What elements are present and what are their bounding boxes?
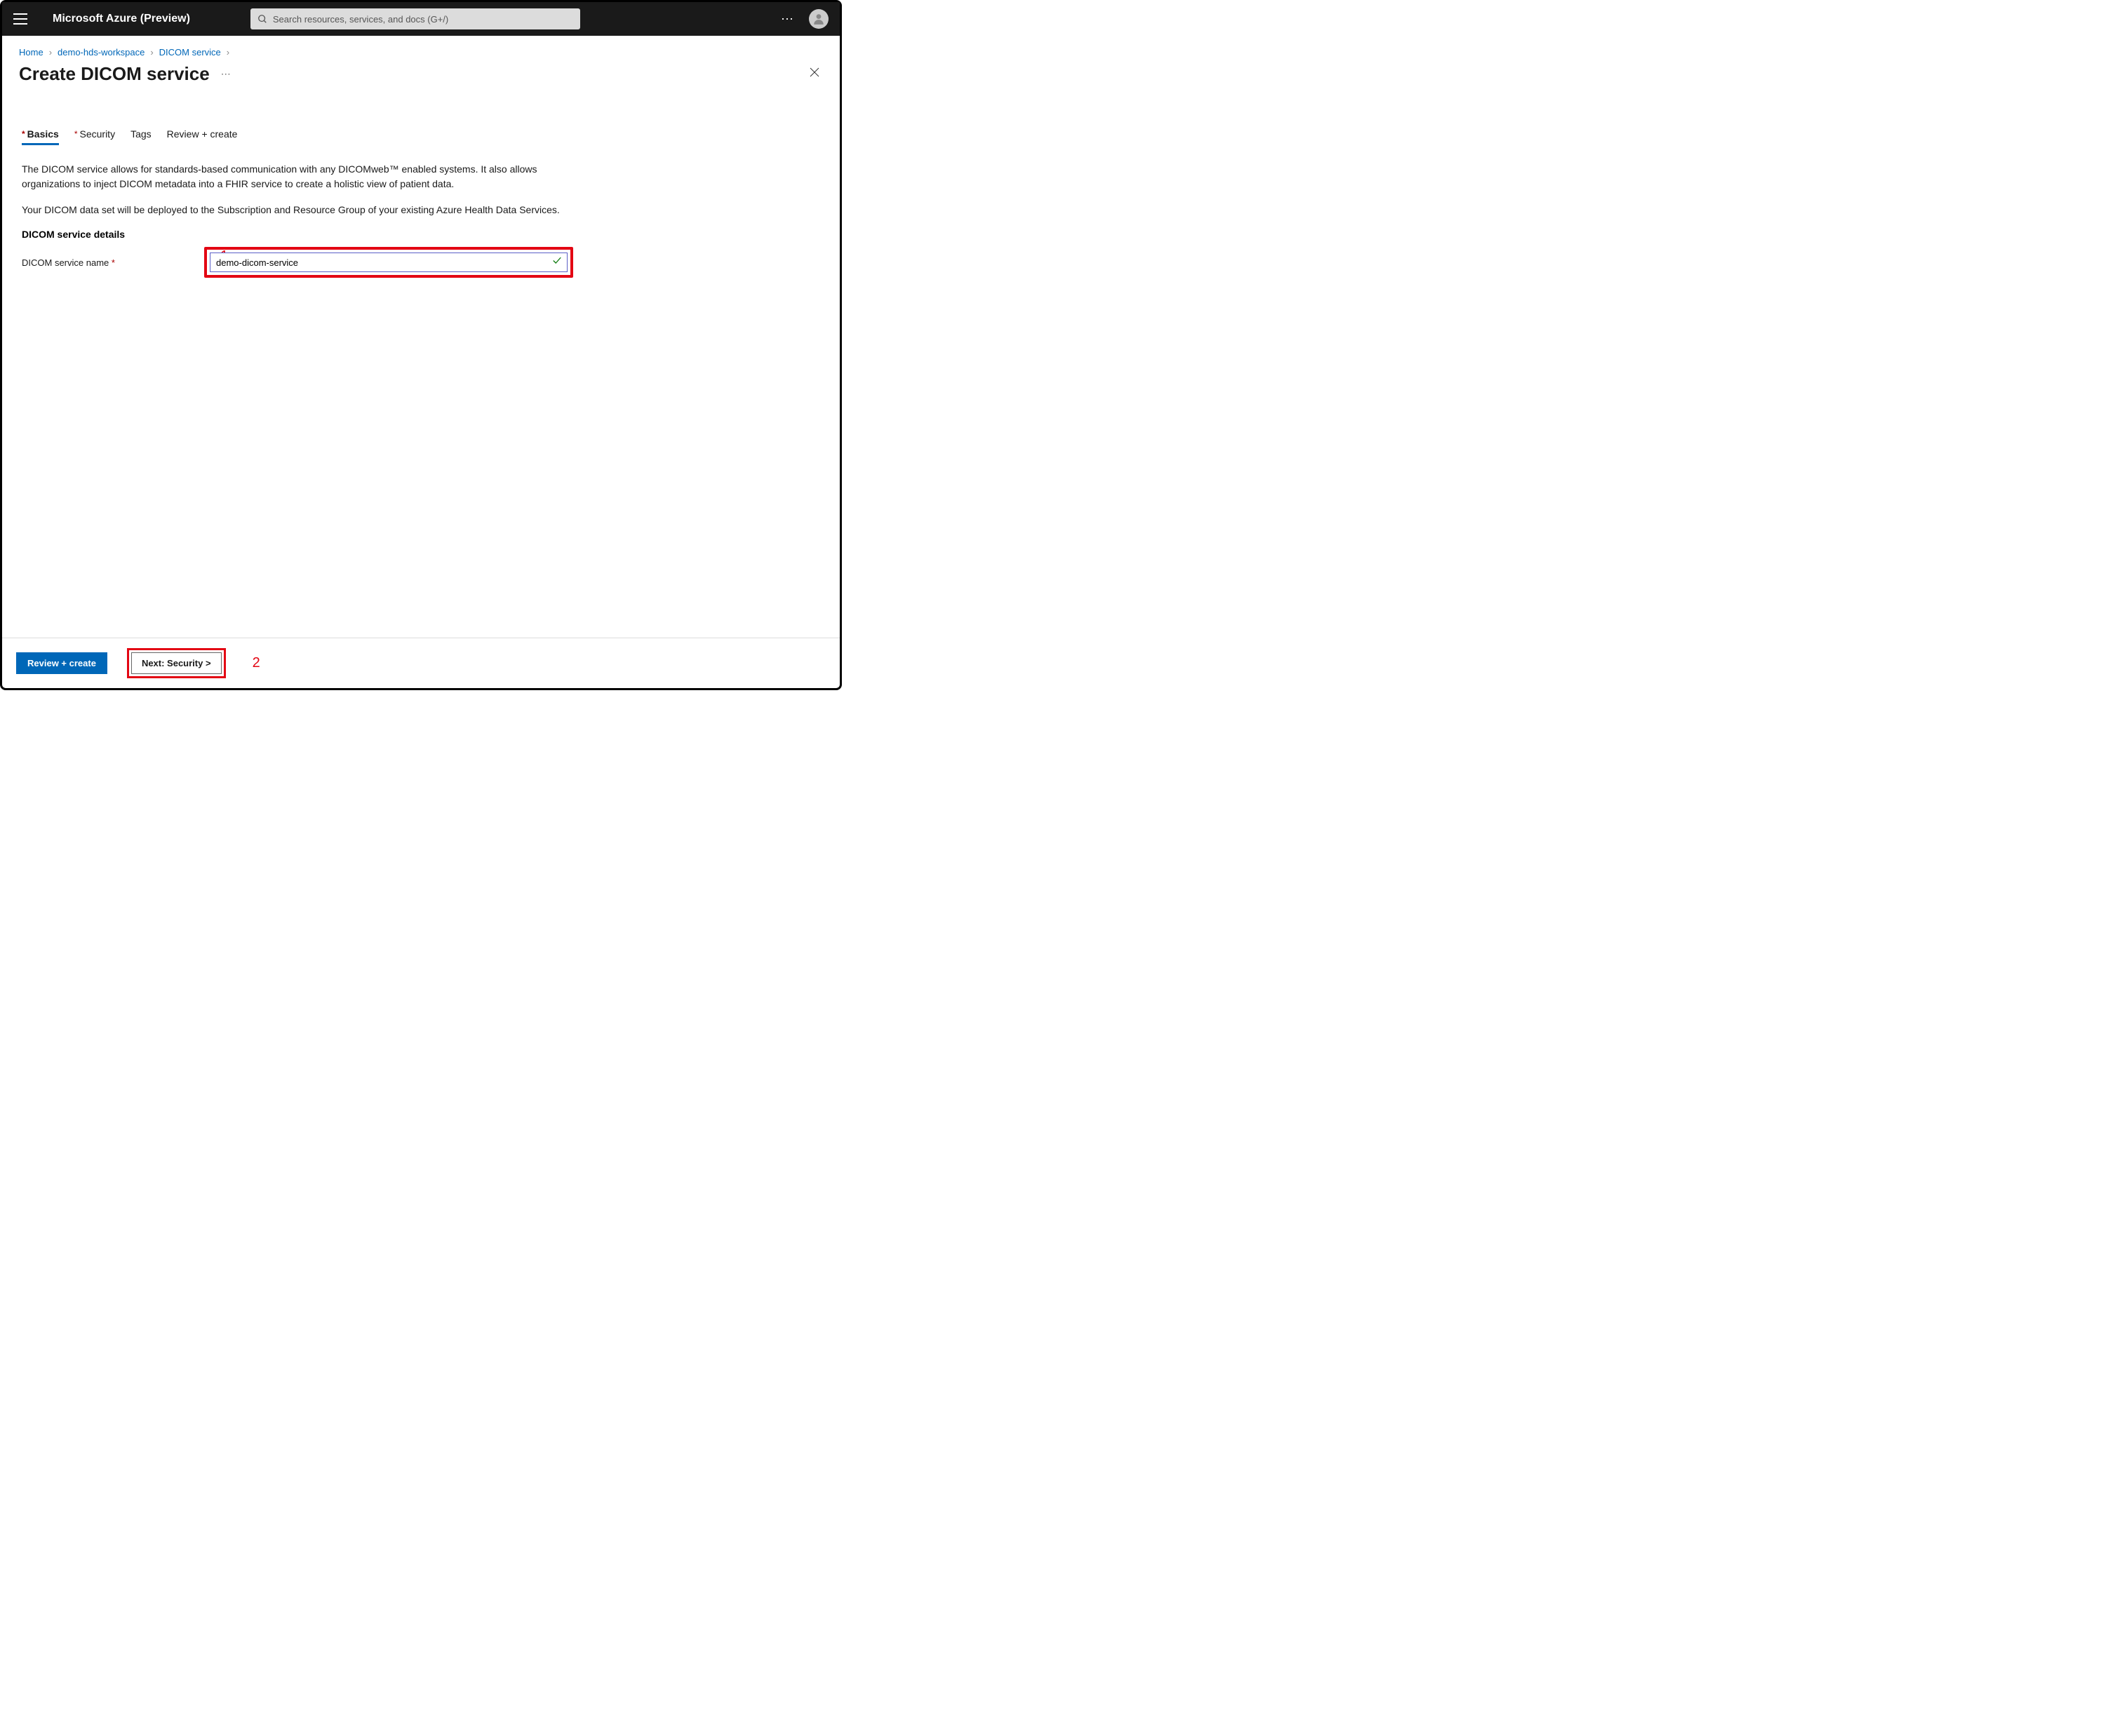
check-icon <box>552 256 562 269</box>
tab-review[interactable]: Review + create <box>167 128 238 145</box>
brand-title[interactable]: Microsoft Azure (Preview) <box>53 13 190 25</box>
dicom-name-input[interactable] <box>210 253 568 272</box>
breadcrumb-home[interactable]: Home <box>19 47 43 58</box>
page-header: Create DICOM service ⋯ <box>2 63 840 93</box>
page-title: Create DICOM service <box>19 63 210 85</box>
more-icon[interactable]: ⋯ <box>781 12 795 27</box>
close-icon[interactable] <box>806 64 823 84</box>
content-area: The DICOM service allows for standards-b… <box>2 145 598 295</box>
annotation-highlight-1 <box>204 247 573 278</box>
section-title: DICOM service details <box>22 229 579 240</box>
tabs: *Basics *Security Tags Review + create <box>2 93 840 145</box>
more-actions-icon[interactable]: ⋯ <box>221 68 232 80</box>
description-paragraph-1: The DICOM service allows for standards-b… <box>22 162 579 191</box>
chevron-right-icon: › <box>227 47 229 58</box>
next-security-button[interactable]: Next: Security > <box>131 652 222 674</box>
chevron-right-icon: › <box>150 47 153 58</box>
description-paragraph-2: Your DICOM data set will be deployed to … <box>22 203 579 217</box>
tab-security[interactable]: *Security <box>74 128 115 145</box>
tab-tags[interactable]: Tags <box>130 128 152 145</box>
search-input[interactable] <box>273 14 573 25</box>
review-create-button[interactable]: Review + create <box>16 652 107 674</box>
tab-basics[interactable]: *Basics <box>22 128 59 145</box>
user-avatar[interactable] <box>809 9 829 29</box>
footer-bar: Review + create Next: Security > 2 <box>2 638 840 688</box>
name-label: DICOM service name * <box>22 257 204 268</box>
topbar: Microsoft Azure (Preview) ⋯ <box>2 2 840 36</box>
person-icon <box>812 13 825 25</box>
chevron-right-icon: › <box>49 47 52 58</box>
annotation-number-2: 2 <box>253 655 260 671</box>
search-box[interactable] <box>250 8 580 29</box>
search-icon <box>257 14 267 24</box>
hamburger-menu-icon[interactable] <box>13 13 27 25</box>
annotation-highlight-2: Next: Security > <box>127 648 226 678</box>
breadcrumb-dicom[interactable]: DICOM service <box>159 47 221 58</box>
breadcrumb-workspace[interactable]: demo-hds-workspace <box>58 47 145 58</box>
breadcrumb: Home › demo-hds-workspace › DICOM servic… <box>2 36 840 63</box>
form-row-name: DICOM service name * 1 <box>22 247 579 278</box>
